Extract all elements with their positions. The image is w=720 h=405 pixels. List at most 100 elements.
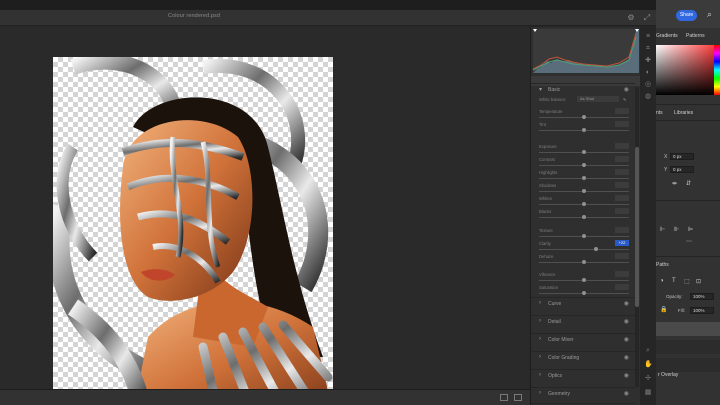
section-geometry[interactable]: › Geometry ◉	[531, 387, 635, 401]
tab-adjustments[interactable]: nts	[656, 110, 663, 116]
scrollbar[interactable]	[635, 87, 639, 387]
slider-knob[interactable]	[582, 115, 586, 119]
slider-row-dehaze: Dehaze	[539, 253, 629, 266]
slider-value-field[interactable]	[615, 284, 629, 290]
crop-icon[interactable]: ⌗	[644, 45, 652, 53]
tab-libraries[interactable]: Libraries	[674, 110, 693, 116]
more-icon[interactable]: ⋯	[686, 238, 692, 245]
slider-knob[interactable]	[582, 260, 586, 264]
slider-value-field[interactable]	[615, 143, 629, 149]
share-button[interactable]: Share	[676, 10, 697, 21]
section-basic[interactable]: ▾ Basic ◉	[531, 83, 635, 97]
slider-knob[interactable]	[582, 150, 586, 154]
slider-value-field[interactable]	[615, 271, 629, 277]
slider-row-blacks: Blacks	[539, 208, 629, 221]
chevron-right-icon: ›	[539, 318, 541, 324]
align-center-icon[interactable]: ⊪	[674, 226, 679, 233]
section-optics[interactable]: › Optics ◉	[531, 369, 635, 383]
color-picker-field[interactable]	[656, 45, 720, 95]
camera-raw-panel: ▾ Basic ◉ White balance As Shot ✎ Temper…	[530, 27, 641, 405]
image-canvas[interactable]	[53, 57, 333, 405]
slider-knob[interactable]	[582, 291, 586, 295]
slider-value-field[interactable]	[615, 121, 629, 127]
fill-field[interactable]: 100%	[690, 307, 714, 314]
eye-icon[interactable]: ◉	[624, 354, 629, 361]
slider-value-field[interactable]: +22	[615, 240, 629, 246]
hand-icon[interactable]: ✋	[644, 361, 653, 369]
slider-label: Shadows	[539, 183, 557, 188]
sampler-icon[interactable]: ✢	[644, 375, 652, 383]
slider-value-field[interactable]	[615, 108, 629, 114]
tab-patterns[interactable]: Patterns	[686, 33, 705, 39]
slider-row-whites: Whites	[539, 195, 629, 208]
align-left-icon[interactable]: ⊩	[660, 226, 665, 233]
mask-icon[interactable]: ◐	[644, 69, 652, 77]
eye-icon[interactable]: ◉	[624, 336, 629, 343]
hue-slider[interactable]	[714, 45, 720, 95]
slider-value-field[interactable]	[615, 227, 629, 233]
slider-knob[interactable]	[582, 202, 586, 206]
eye-icon[interactable]: ◉	[624, 86, 629, 93]
text-layer-icon[interactable]: T	[672, 278, 676, 284]
layer-name[interactable]: r Overlay	[658, 372, 678, 378]
zoom-icon[interactable]: ⌕	[644, 347, 652, 355]
lock-icon[interactable]: 🔒	[660, 306, 667, 313]
fill-label: Fill:	[678, 308, 685, 313]
scroll-thumb[interactable]	[635, 147, 639, 307]
eye-icon[interactable]: ◉	[624, 372, 629, 379]
search-icon[interactable]: ⌕	[707, 9, 712, 20]
eyedropper-icon[interactable]: ✎	[623, 97, 627, 102]
layout-icon[interactable]	[500, 394, 508, 401]
white-balance-select[interactable]: As Shot	[577, 96, 619, 102]
expand-icon[interactable]: ⤢	[642, 13, 652, 23]
slider-knob[interactable]	[582, 278, 586, 282]
shape-layer-icon[interactable]: ⬚	[684, 278, 690, 285]
section-color-grading[interactable]: › Color Grading ◉	[531, 351, 635, 365]
section-color-mixer[interactable]: › Color Mixer ◉	[531, 333, 635, 347]
redeye-icon[interactable]: ◎	[644, 81, 652, 89]
slider-value-field[interactable]	[615, 208, 629, 214]
grid-icon[interactable]: ▦	[644, 389, 652, 397]
slider-track[interactable]	[539, 249, 629, 250]
canvas-workspace	[0, 27, 530, 405]
section-label: Curve	[548, 301, 562, 307]
slider-knob[interactable]	[582, 234, 586, 238]
layer-row-selected[interactable]	[656, 322, 720, 336]
presets-icon[interactable]: ◍	[644, 93, 652, 101]
opacity-field[interactable]: 100%	[690, 293, 714, 300]
slider-knob[interactable]	[582, 189, 586, 193]
smart-object-icon[interactable]: ⊡	[696, 278, 701, 285]
slider-value-field[interactable]	[615, 182, 629, 188]
slider-value-field[interactable]	[615, 169, 629, 175]
slider-value-field[interactable]	[615, 195, 629, 201]
x-position-field[interactable]: 0 px	[670, 153, 694, 160]
slider-row-texture: Texture	[539, 227, 629, 240]
slider-label: Texture	[539, 228, 553, 233]
settings-icon[interactable]: ⚙	[626, 13, 636, 23]
slider-knob[interactable]	[582, 176, 586, 180]
slider-value-field[interactable]	[615, 253, 629, 259]
fullscreen-icon[interactable]	[514, 394, 522, 401]
heal-icon[interactable]: ✚	[644, 57, 652, 65]
align-right-icon[interactable]: ⊫	[688, 226, 693, 233]
filter-icon[interactable]: ◑	[660, 278, 664, 284]
y-position-field[interactable]: 0 px	[670, 166, 694, 173]
edit-icon[interactable]: ≡	[644, 33, 652, 41]
eye-icon[interactable]: ◉	[624, 390, 629, 397]
tab-gradients[interactable]: Gradients	[656, 33, 678, 39]
slider-knob[interactable]	[593, 247, 598, 251]
tab-paths[interactable]: Paths	[656, 262, 669, 268]
eye-icon[interactable]: ◉	[624, 318, 629, 325]
section-curve[interactable]: › Curve ◉	[531, 297, 635, 311]
slider-knob[interactable]	[582, 163, 586, 167]
app-header: Share ⌕	[656, 0, 720, 28]
flip-vertical-icon[interactable]: ⇵	[686, 180, 691, 187]
layer-row[interactable]	[656, 340, 720, 354]
layer-row[interactable]	[656, 358, 720, 372]
section-detail[interactable]: › Detail ◉	[531, 315, 635, 329]
slider-value-field[interactable]	[615, 156, 629, 162]
flip-horizontal-icon[interactable]: ⇹	[672, 180, 677, 187]
eye-icon[interactable]: ◉	[624, 300, 629, 307]
slider-knob[interactable]	[582, 215, 586, 219]
slider-knob[interactable]	[582, 128, 586, 132]
